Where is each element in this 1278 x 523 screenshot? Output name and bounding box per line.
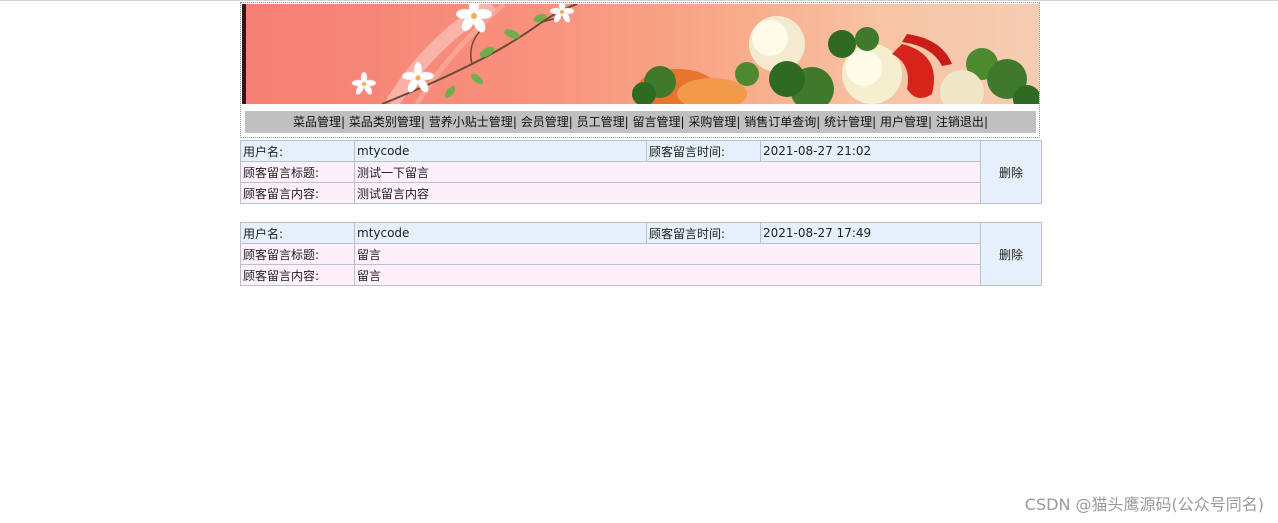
main-nav: 菜品管理| 菜品类别管理| 营养小贴士管理| 会员管理| 员工管理| 留言管理|… (245, 111, 1036, 133)
nav-separator: | (736, 115, 741, 129)
message-title-value: 测试一下留言 (354, 161, 981, 183)
message-title-label: 顾客留言标题: (240, 161, 355, 183)
nav-separator: | (568, 115, 573, 129)
nav-item-message-management[interactable]: 留言管理 (632, 115, 680, 129)
delete-button[interactable]: 删除 (980, 222, 1042, 286)
nav-separator: | (816, 115, 821, 129)
nav-separator: | (341, 115, 346, 129)
message-title-label: 顾客留言标题: (240, 243, 355, 265)
banner-illustration (351, 4, 1039, 104)
message-content-value: 留言 (354, 264, 981, 286)
top-divider (0, 0, 1278, 1)
nav-separator: | (420, 115, 425, 129)
message-time-label: 顾客留言时间: (646, 222, 761, 244)
nav-item-dish-category-management[interactable]: 菜品类别管理 (349, 115, 421, 129)
username-label: 用户名: (240, 222, 355, 244)
nav-separator: | (512, 115, 517, 129)
message-content-value: 测试留言内容 (354, 182, 981, 204)
message-time-value: 2021-08-27 21:02 (760, 140, 981, 162)
username-label: 用户名: (240, 140, 355, 162)
message-card: 用户名: mtycode 顾客留言时间: 2021-08-27 21:02 删除… (240, 140, 1042, 204)
nav-item-statistics-management[interactable]: 统计管理 (824, 115, 872, 129)
nav-separator: | (983, 115, 988, 129)
message-time-label: 顾客留言时间: (646, 140, 761, 162)
nav-separator: | (872, 115, 877, 129)
message-time-value: 2021-08-27 17:49 (760, 222, 981, 244)
nav-item-nutrition-tips-management[interactable]: 营养小贴士管理 (429, 115, 513, 129)
nav-item-user-management[interactable]: 用户管理 (880, 115, 928, 129)
message-title-value: 留言 (354, 243, 981, 265)
username-value: mtycode (354, 140, 647, 162)
delete-button[interactable]: 删除 (980, 140, 1042, 204)
message-card: 用户名: mtycode 顾客留言时间: 2021-08-27 17:49 删除… (240, 222, 1042, 286)
nav-separator: | (928, 115, 933, 129)
username-value: mtycode (354, 222, 647, 244)
nav-item-sales-order-query[interactable]: 销售订单查询 (744, 115, 816, 129)
nav-item-dish-management[interactable]: 菜品管理 (293, 115, 341, 129)
watermark-text: CSDN @猫头鹰源码(公众号同名) (1024, 495, 1264, 514)
nav-separator: | (680, 115, 685, 129)
message-content-label: 顾客留言内容: (240, 264, 355, 286)
nav-item-purchase-management[interactable]: 采购管理 (688, 115, 736, 129)
nav-item-staff-management[interactable]: 员工管理 (577, 115, 625, 129)
nav-separator: | (624, 115, 629, 129)
message-content-label: 顾客留言内容: (240, 182, 355, 204)
nav-item-member-management[interactable]: 会员管理 (521, 115, 569, 129)
header-banner-image (242, 4, 1039, 104)
nav-item-logout[interactable]: 注销退出 (936, 115, 984, 129)
